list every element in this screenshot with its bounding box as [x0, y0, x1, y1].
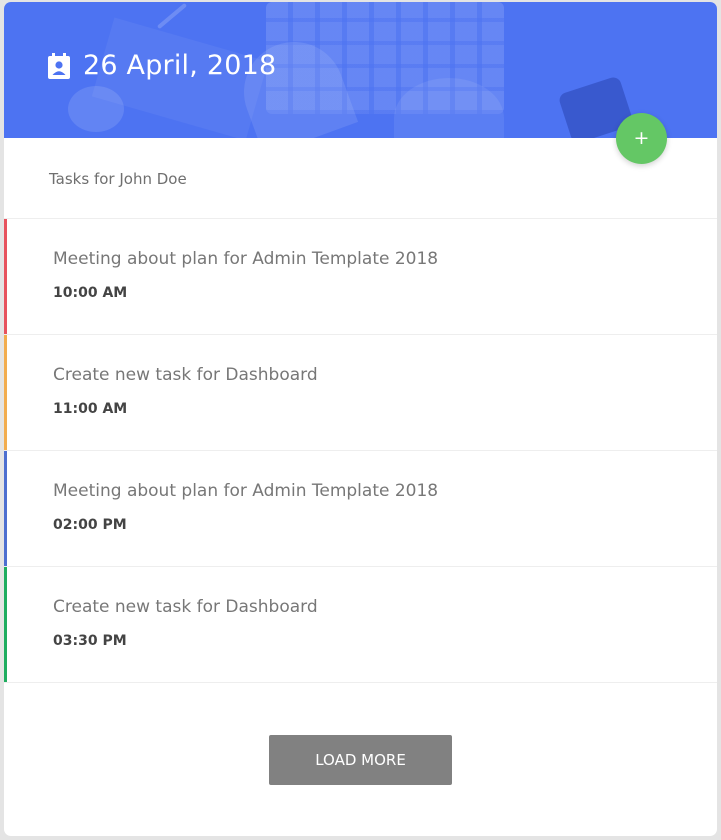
task-time: 02:00 PM [53, 517, 127, 533]
header-background-pen [156, 2, 188, 30]
task-color-bar [4, 335, 7, 450]
task-list: Meeting about plan for Admin Template 20… [4, 218, 717, 683]
load-more-button[interactable]: LOAD MORE [269, 735, 452, 785]
task-item[interactable]: Meeting about plan for Admin Template 20… [4, 451, 717, 567]
header-date: 26 April, 2018 [83, 50, 277, 81]
calendar-icon [48, 52, 70, 79]
task-color-bar [4, 567, 7, 682]
task-title: Create new task for Dashboard [53, 365, 318, 385]
task-time: 11:00 AM [53, 401, 128, 417]
task-item[interactable]: Meeting about plan for Admin Template 20… [4, 219, 717, 335]
task-time: 03:30 PM [53, 633, 127, 649]
task-title: Create new task for Dashboard [53, 597, 318, 617]
task-title: Meeting about plan for Admin Template 20… [53, 481, 439, 501]
tasks-subtitle: Tasks for John Doe [49, 170, 187, 188]
task-card: 26 April, 2018 + Tasks for John Doe Meet… [4, 2, 717, 836]
task-color-bar [4, 451, 7, 566]
task-color-bar [4, 219, 7, 334]
header-title: 26 April, 2018 [48, 50, 276, 81]
task-item[interactable]: Create new task for Dashboard 11:00 AM [4, 335, 717, 451]
card-header: 26 April, 2018 [4, 2, 717, 138]
task-time: 10:00 AM [53, 285, 128, 301]
task-title: Meeting about plan for Admin Template 20… [53, 249, 439, 269]
task-item[interactable]: Create new task for Dashboard 03:30 PM [4, 567, 717, 683]
add-task-button[interactable]: + [616, 113, 667, 164]
header-background-shell [68, 86, 124, 132]
